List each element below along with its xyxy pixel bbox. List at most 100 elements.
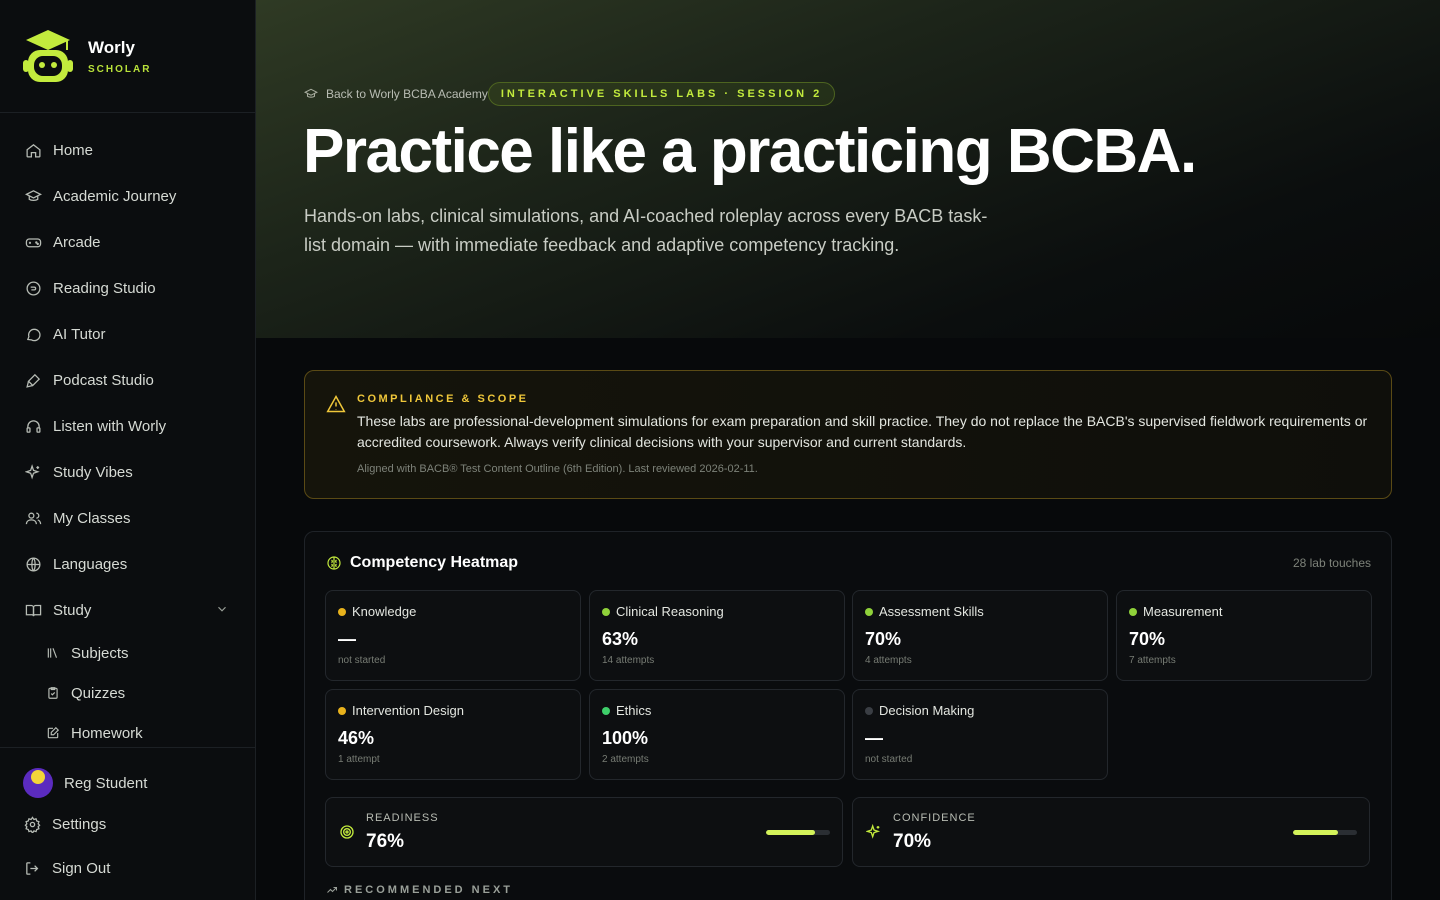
nav-label: Academic Journey <box>53 187 177 205</box>
nav-item-listen-with-worly[interactable]: Listen with Worly <box>0 403 255 449</box>
competency-name: Clinical Reasoning <box>616 604 724 619</box>
status-dot <box>865 707 873 715</box>
competency-attempts: 4 attempts <box>865 655 912 666</box>
status-dot <box>338 608 346 616</box>
gamepad-icon <box>24 233 42 251</box>
sidebar-footer: Reg Student Settings Sign Out <box>0 747 255 888</box>
breadcrumb: Back to Worly BCBA Academy INTERACTIVE S… <box>304 82 836 106</box>
readiness-metric: READINESS 76% <box>325 797 843 867</box>
nav-label: My Classes <box>53 509 131 527</box>
graduation-cap-icon <box>304 87 318 101</box>
nav-item-reading-studio[interactable]: Reading Studio <box>0 265 255 311</box>
competency-value: 63% <box>602 629 639 649</box>
graduation-cap-icon <box>24 187 42 205</box>
nav-item-arcade[interactable]: Arcade <box>0 219 255 265</box>
chevron-down-icon[interactable] <box>215 602 229 616</box>
competency-name: Ethics <box>616 703 652 718</box>
brand-subtitle: SCHOLAR <box>88 63 152 75</box>
main-nav: Home Academic Journey Arcade Reading Stu… <box>0 113 255 753</box>
competency-value: 70% <box>1129 629 1166 649</box>
hero: Back to Worly BCBA Academy INTERACTIVE S… <box>256 0 1440 338</box>
competency-attempts: not started <box>338 655 386 666</box>
sub-item-label: Subjects <box>71 644 129 662</box>
competency-attempts: 7 attempts <box>1129 655 1176 666</box>
edit-icon <box>46 726 60 740</box>
nav-item-ai-tutor[interactable]: AI Tutor <box>0 311 255 357</box>
nav-item-languages[interactable]: Languages <box>0 541 255 587</box>
competency-cell-clinical-reasoning[interactable]: Clinical Reasoning 63% 14 attempts <box>589 590 845 681</box>
sub-item-quizzes[interactable]: Quizzes <box>0 673 255 713</box>
readiness-value: 76% <box>366 831 405 852</box>
nav-label: Podcast Studio <box>53 371 154 389</box>
nav-item-podcast-studio[interactable]: Podcast Studio <box>0 357 255 403</box>
confidence-metric: CONFIDENCE 70% <box>852 797 1370 867</box>
sparkles-icon <box>866 824 882 840</box>
compliance-note: Aligned with BACB® Test Content Outline … <box>357 463 758 475</box>
status-dot <box>602 707 610 715</box>
sub-item-label: Quizzes <box>71 684 126 702</box>
competency-cell-measurement[interactable]: Measurement 70% 7 attempts <box>1116 590 1372 681</box>
microphone-icon <box>24 371 42 389</box>
competency-cell-assessment-skills[interactable]: Assessment Skills 70% 4 attempts <box>852 590 1108 681</box>
competency-heatmap: Competency Heatmap 28 lab touches Knowle… <box>304 531 1392 900</box>
competency-cell-intervention-design[interactable]: Intervention Design 46% 1 attempt <box>325 689 581 780</box>
nav-label: Study Vibes <box>53 463 133 481</box>
settings-label: Settings <box>52 815 107 833</box>
heatmap-title: Competency Heatmap <box>350 554 519 571</box>
nav-label: Listen with Worly <box>53 417 167 435</box>
home-icon <box>24 141 42 159</box>
status-dot <box>865 608 873 616</box>
confidence-label: CONFIDENCE <box>893 812 976 824</box>
session-badge: INTERACTIVE SKILLS LABS · SESSION 2 <box>487 82 836 106</box>
status-dot <box>602 608 610 616</box>
competency-value: 46% <box>338 728 375 748</box>
back-link[interactable]: Back to Worly BCBA Academy <box>326 87 488 101</box>
sparkles-icon <box>24 463 42 481</box>
competency-attempts: 14 attempts <box>602 655 655 666</box>
competency-value: 100% <box>602 728 649 748</box>
nav-item-my-classes[interactable]: My Classes <box>0 495 255 541</box>
nav-label: Home <box>53 141 94 159</box>
nav-item-study-vibes[interactable]: Study Vibes <box>0 449 255 495</box>
competency-name: Knowledge <box>352 604 417 619</box>
compliance-text: These labs are professional-development … <box>357 413 1368 450</box>
competency-value: 70% <box>865 629 902 649</box>
globe-icon <box>24 555 42 573</box>
lab-touches-count: 28 lab touches <box>1292 556 1371 570</box>
competency-attempts: 2 attempts <box>602 754 649 765</box>
nav-label: Reading Studio <box>53 279 156 297</box>
page-title: Practice like a practicing BCBA. <box>303 117 1197 186</box>
warning-icon <box>326 394 346 413</box>
nav-item-academic-journey[interactable]: Academic Journey <box>0 173 255 219</box>
nav-item-home[interactable]: Home <box>0 127 255 173</box>
trending-up-icon <box>326 884 338 896</box>
competency-cell-ethics[interactable]: Ethics 100% 2 attempts <box>589 689 845 780</box>
gear-icon <box>24 815 41 833</box>
confidence-progress-fill <box>1293 830 1338 835</box>
book-circle-icon <box>24 279 42 297</box>
competency-cell-knowledge[interactable]: Knowledge — not started <box>325 590 581 681</box>
nav-item-study[interactable]: Study <box>0 587 255 633</box>
settings-link[interactable]: Settings <box>0 804 255 844</box>
sign-out-link[interactable]: Sign Out <box>0 848 255 888</box>
sub-item-subjects[interactable]: Subjects <box>0 633 255 673</box>
competency-cell-decision-making[interactable]: Decision Making — not started <box>852 689 1108 780</box>
users-icon <box>24 509 42 527</box>
nav-label: Languages <box>53 555 128 573</box>
library-icon <box>46 646 60 660</box>
chat-bubble-icon <box>24 325 42 343</box>
user-profile[interactable]: Reg Student <box>0 766 255 800</box>
nav-label: AI Tutor <box>53 325 106 343</box>
confidence-progress-bar <box>1293 830 1357 835</box>
nav-label: Arcade <box>53 233 101 251</box>
competency-attempts: not started <box>865 754 913 765</box>
confidence-value: 70% <box>893 831 932 852</box>
headphones-icon <box>24 417 42 435</box>
recommended-next-heading: RECOMMENDED NEXT <box>326 884 513 896</box>
competency-value: — <box>338 629 356 649</box>
user-name: Reg Student <box>64 774 148 792</box>
sign-out-label: Sign Out <box>52 859 111 877</box>
brand[interactable]: Worly SCHOLAR <box>0 0 255 113</box>
brand-name: Worly <box>88 37 135 57</box>
sign-out-icon <box>24 860 41 877</box>
